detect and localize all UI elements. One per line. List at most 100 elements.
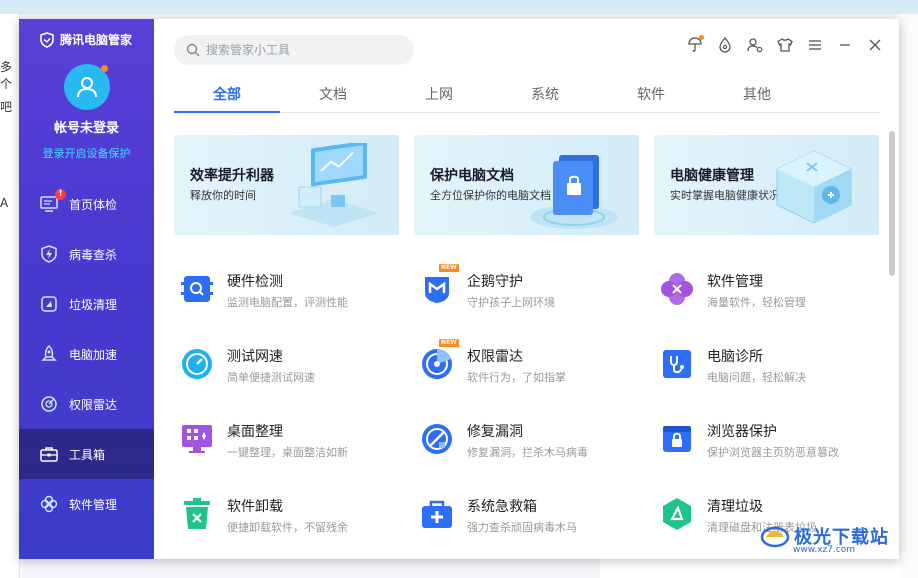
tab-documents[interactable]: 文档	[280, 79, 386, 112]
health-cube-illustration-icon	[776, 150, 852, 224]
tool-penguin-guard[interactable]: NEW 企鹅守护 守护孩子上网环境	[419, 264, 649, 317]
umbrella-icon[interactable]	[683, 33, 707, 57]
tool-description: 强力查杀顽固病毒木马	[467, 521, 577, 534]
sidebar-item-label: 电脑加速	[69, 347, 118, 362]
tool-vulnerability-fix[interactable]: 修复漏洞 修复漏洞，拦杀木马病毒	[419, 417, 649, 467]
drop-icon[interactable]	[713, 33, 737, 57]
tool-title: 权限雷达	[467, 349, 523, 365]
sidebar-item-label: 权限雷达	[69, 397, 118, 412]
banner-document-protect[interactable]: 保护电脑文档 全方位保护你的电脑文档	[414, 135, 639, 235]
tool-pc-clinic[interactable]: 电脑诊所 电脑问题，轻松解决	[659, 342, 889, 392]
tab-software[interactable]: 软件	[598, 79, 704, 112]
skin-shirt-icon[interactable]	[773, 33, 797, 57]
scrollbar[interactable]	[889, 131, 895, 276]
tool-software-uninstall[interactable]: 软件卸载 便捷卸载软件，不留残余	[179, 492, 409, 542]
sidebar-item-permission-radar[interactable]: 权限雷达	[19, 379, 154, 429]
tool-hardware-check[interactable]: 硬件检测 监测电脑配置，评测性能	[179, 267, 409, 317]
tool-title: 系统急救箱	[467, 499, 537, 515]
permission-radar-icon	[419, 346, 455, 382]
menu-icon[interactable]	[803, 33, 827, 57]
notification-dot	[101, 65, 108, 72]
tool-browser-protect[interactable]: 浏览器保护 保护浏览器主页防恶意篡改	[659, 417, 889, 467]
banner-title: 电脑健康管理	[670, 168, 754, 184]
tool-description: 便捷卸载软件，不留残余	[227, 521, 348, 534]
sidebar-item-label: 病毒查杀	[69, 247, 118, 262]
tool-description: 电脑问题，轻松解决	[707, 371, 806, 384]
browser-lock-icon	[659, 421, 695, 457]
tool-software-manager[interactable]: 软件管理 海量软件，轻松管理	[659, 267, 889, 317]
banner-health-manage[interactable]: 电脑健康管理 实时掌握电脑健康状况	[654, 135, 879, 235]
alert-badge: !	[55, 189, 66, 200]
search-box[interactable]	[174, 35, 414, 65]
banner-title: 效率提升利器	[190, 168, 274, 184]
toolbox-icon	[39, 444, 59, 464]
background-left-panel: 多个 吧 A	[0, 14, 20, 578]
monitor-illustration-icon	[289, 143, 379, 227]
tool-title: 企鹅守护	[467, 274, 523, 290]
watermark: 极光下载站 www.xz7.com	[760, 523, 889, 555]
tool-description: 保护浏览器主页防恶意篡改	[707, 446, 839, 459]
close-icon[interactable]	[863, 33, 887, 57]
background-text: 多个	[0, 60, 13, 91]
broom-icon	[39, 294, 59, 314]
brand: 腾讯电脑管家	[39, 31, 132, 48]
tool-description: 海量软件，轻松管理	[707, 296, 806, 309]
user-settings-icon[interactable]	[743, 33, 767, 57]
tab-internet[interactable]: 上网	[386, 79, 492, 112]
tool-title: 硬件检测	[227, 274, 283, 290]
tool-description: 修复漏洞，拦杀木马病毒	[467, 446, 588, 459]
sidebar-item-label: 垃圾清理	[69, 297, 118, 312]
banner-efficiency[interactable]: 效率提升利器 释放你的时间	[174, 135, 399, 235]
tool-title: 浏览器保护	[707, 424, 777, 440]
tool-description: 守护孩子上网环境	[467, 296, 555, 309]
background-bottom-panel	[600, 558, 900, 578]
tool-title: 测试网速	[227, 349, 283, 365]
banner-title: 保护电脑文档	[430, 168, 514, 184]
sidebar-item-label: 软件管理	[69, 497, 118, 512]
tab-all[interactable]: 全部	[174, 79, 280, 113]
sidebar-item-junk-clean[interactable]: 垃圾清理	[19, 279, 154, 329]
sidebar-item-label: 工具箱	[69, 447, 106, 462]
minimize-icon[interactable]	[833, 33, 857, 57]
desktop-organize-icon	[179, 421, 215, 457]
tab-other[interactable]: 其他	[704, 79, 810, 112]
notification-dot	[699, 35, 704, 40]
tool-description: 一键整理，桌面整洁如新	[227, 446, 348, 459]
tab-system[interactable]: 系统	[492, 79, 598, 112]
login-link[interactable]: 登录开启设备保护	[19, 145, 154, 161]
radar-icon	[39, 394, 59, 414]
sidebar-item-home-check[interactable]: ! 首页体检	[19, 179, 154, 229]
first-aid-kit-icon	[419, 496, 455, 532]
sidebar-item-speedup[interactable]: 电脑加速	[19, 329, 154, 379]
sidebar-item-toolbox[interactable]: 工具箱	[19, 429, 154, 479]
tool-title: 桌面整理	[227, 424, 283, 440]
tool-title: 软件卸载	[227, 499, 283, 515]
search-icon	[186, 43, 200, 57]
tool-speed-test[interactable]: 测试网速 简单便捷测试网速	[179, 342, 409, 392]
vulnerability-fix-icon	[419, 421, 455, 457]
tool-system-first-aid[interactable]: 系统急救箱 强力查杀顽固病毒木马	[419, 492, 649, 542]
aurora-logo-icon	[760, 526, 790, 548]
tool-description: 监测电脑配置，评测性能	[227, 296, 348, 309]
new-badge: NEW	[439, 339, 459, 347]
tool-title: 清理垃圾	[707, 499, 763, 515]
window-controls	[683, 33, 887, 57]
search-input[interactable]	[206, 43, 396, 57]
account-name[interactable]: 帐号未登录	[19, 117, 154, 136]
penguin-guard-icon	[419, 271, 455, 307]
sidebar-item-software-manager[interactable]: 软件管理	[19, 479, 154, 529]
clean-junk-icon	[659, 496, 695, 532]
background-titlebar	[0, 0, 918, 14]
tool-desktop-organize[interactable]: 桌面整理 一键整理，桌面整洁如新	[179, 417, 409, 467]
sidebar-nav: ! 首页体检 病毒查杀 垃圾清理 电脑加速 权限雷达 工具箱 软件管理	[19, 179, 154, 529]
trash-uninstall-icon	[179, 496, 215, 532]
stethoscope-icon	[659, 346, 695, 382]
background-text: 吧	[0, 100, 13, 114]
sidebar-item-virus-scan[interactable]: 病毒查杀	[19, 229, 154, 279]
apps-icon	[39, 494, 59, 514]
tool-description: 软件行为，了如指掌	[467, 371, 566, 384]
tool-title: 软件管理	[707, 274, 763, 290]
background-right-panel	[898, 14, 918, 578]
tool-permission-radar[interactable]: NEW 权限雷达 软件行为，了如指掌	[419, 339, 649, 392]
hardware-check-icon	[179, 271, 215, 307]
